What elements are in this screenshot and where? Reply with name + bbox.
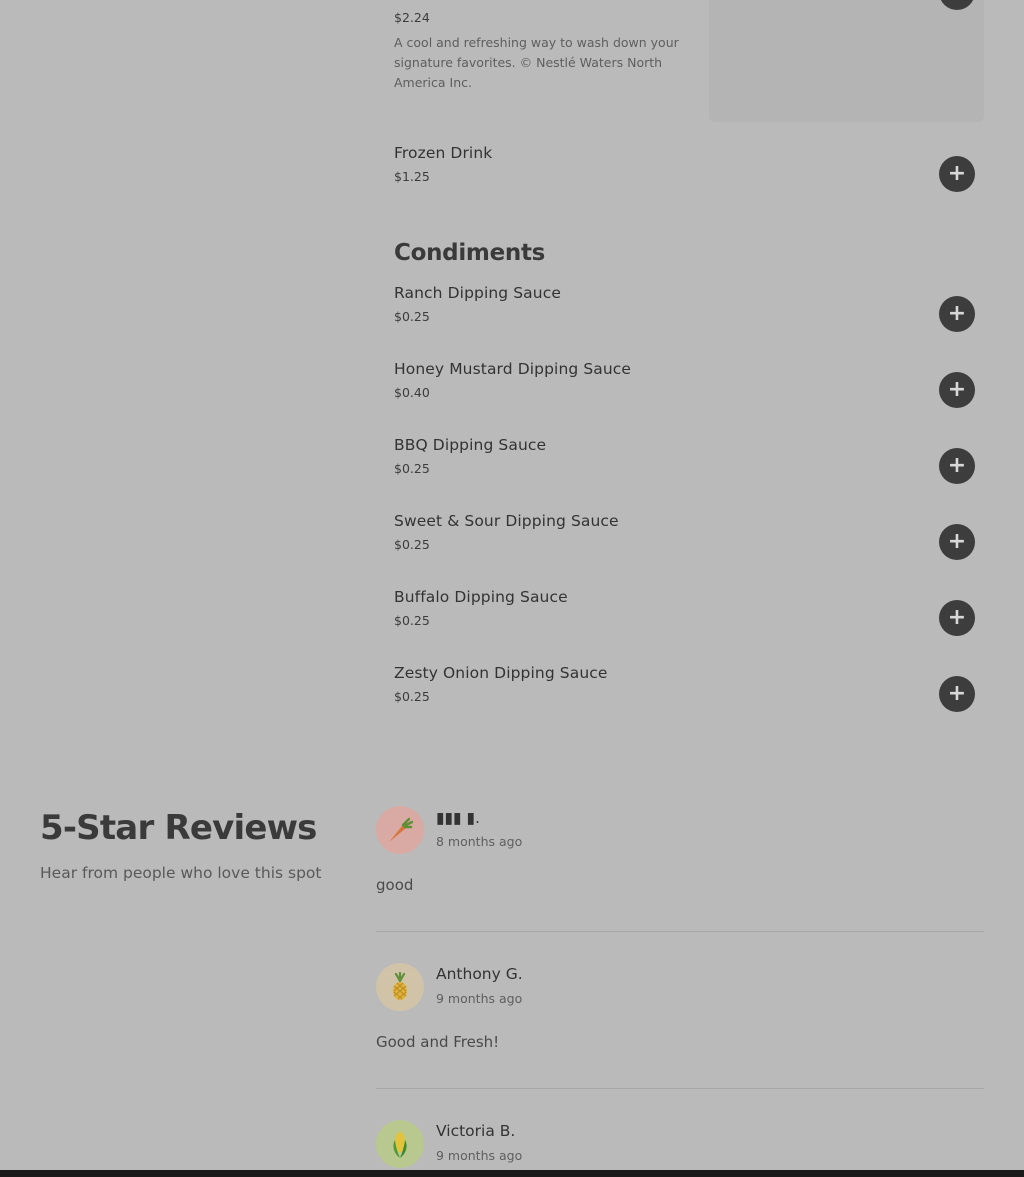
menu-item-price: $0.25 — [394, 613, 430, 628]
review-author: Anthony G. — [436, 965, 523, 983]
review-author: ▮▮▮ ▮. — [436, 809, 480, 827]
menu-item-price: $0.40 — [394, 385, 430, 400]
menu-item-price: $1.25 — [394, 169, 430, 184]
add-item-button[interactable]: + — [939, 156, 975, 192]
carrot-icon — [389, 817, 414, 842]
menu-item-name: Ranch Dipping Sauce — [394, 284, 561, 302]
review-text: good — [376, 876, 414, 894]
menu-item[interactable]: Buffalo Dipping Sauce $0.25 — [394, 588, 914, 638]
avatar — [376, 963, 424, 1011]
menu-item-price: $0.25 — [394, 309, 430, 324]
reviews-title: 5-Star Reviews — [40, 808, 317, 848]
menu-item-name: Buffalo Dipping Sauce — [394, 588, 568, 606]
divider — [376, 1088, 984, 1089]
add-item-button[interactable]: + — [939, 676, 975, 712]
menu-item-price: $0.25 — [394, 461, 430, 476]
menu-item-price: $2.24 — [394, 10, 430, 25]
menu-item-name: Sweet & Sour Dipping Sauce — [394, 512, 619, 530]
menu-item-price: $0.25 — [394, 537, 430, 552]
add-item-button[interactable]: + — [939, 372, 975, 408]
add-item-button[interactable]: + — [939, 600, 975, 636]
add-item-button[interactable]: + — [939, 448, 975, 484]
add-item-button[interactable]: + — [939, 524, 975, 560]
avatar — [376, 806, 424, 854]
section-title-condiments: Condiments — [394, 240, 546, 266]
menu-item[interactable]: Zesty Onion Dipping Sauce $0.25 — [394, 664, 914, 714]
divider — [376, 931, 984, 932]
menu-item-name: Zesty Onion Dipping Sauce — [394, 664, 608, 682]
menu-item[interactable]: BBQ Dipping Sauce $0.25 — [394, 436, 914, 486]
menu-item-name: BBQ Dipping Sauce — [394, 436, 547, 454]
reviews-subtitle: Hear from people who love this spot — [40, 864, 322, 882]
menu-item-description: A cool and refreshing way to wash down y… — [394, 35, 679, 90]
menu-item-name: Frozen Drink — [394, 144, 493, 162]
review-text: Good and Fresh! — [376, 1033, 500, 1051]
review-author: Victoria B. — [436, 1122, 516, 1140]
pineapple-icon — [393, 972, 407, 1000]
corn-icon — [393, 1132, 407, 1158]
menu-item[interactable]: Honey Mustard Dipping Sauce $0.40 — [394, 360, 914, 410]
menu-item[interactable]: Sweet & Sour Dipping Sauce $0.25 — [394, 512, 914, 562]
menu-item[interactable]: Ranch Dipping Sauce $0.25 — [394, 284, 914, 334]
menu-item-image[interactable] — [709, 0, 984, 122]
review-time: 9 months ago — [436, 1148, 523, 1163]
menu-item-price: $0.25 — [394, 689, 430, 704]
menu-item[interactable]: Frozen Drink $1.25 — [394, 144, 914, 194]
review-time: 9 months ago — [436, 991, 523, 1006]
bottom-bar — [0, 1170, 1024, 1177]
review-time: 8 months ago — [436, 834, 523, 849]
add-item-button[interactable]: + — [939, 296, 975, 332]
menu-item-name: Honey Mustard Dipping Sauce — [394, 360, 632, 378]
avatar — [376, 1120, 424, 1168]
